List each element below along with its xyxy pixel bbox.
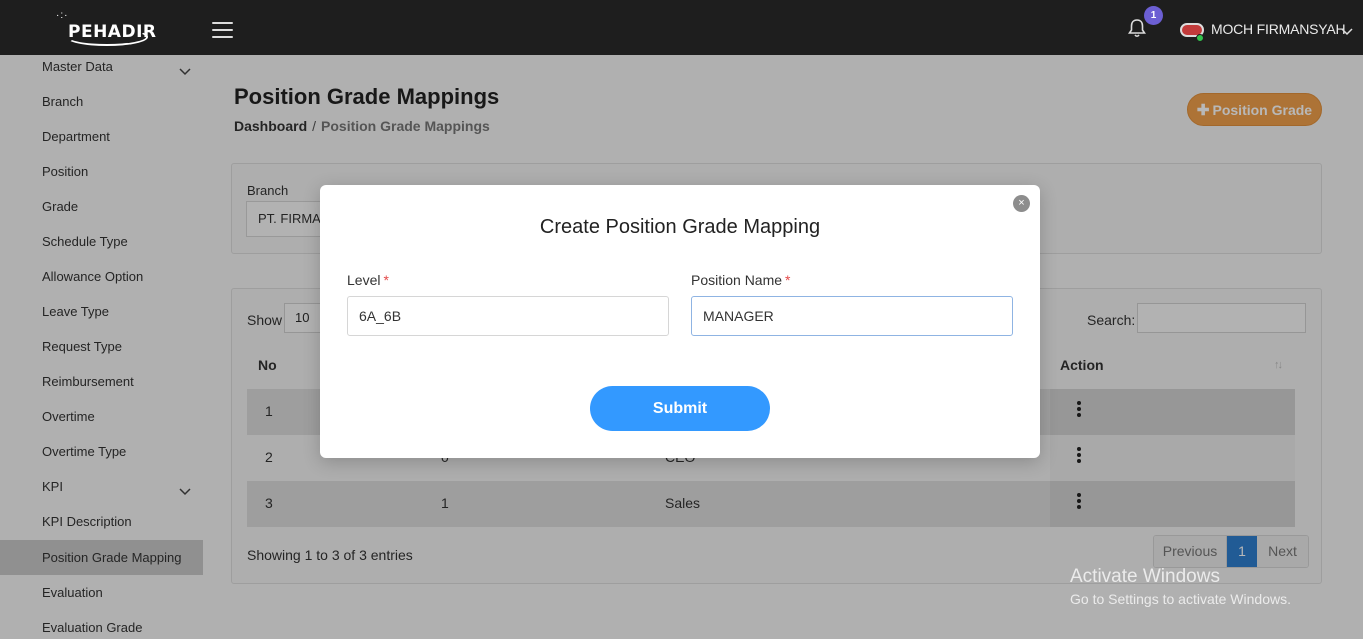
position-name-label: Position Name * xyxy=(691,272,791,288)
logo-dots: ·:· xyxy=(56,10,69,21)
modal-title: Create Position Grade Mapping xyxy=(539,216,821,238)
chevron-down-icon[interactable] xyxy=(1341,24,1353,36)
activate-windows-subtitle: Go to Settings to activate Windows. xyxy=(1070,591,1291,607)
user-name[interactable]: MOCH FIRMANSYAH xyxy=(1211,21,1346,37)
close-icon[interactable]: × xyxy=(1013,195,1030,212)
menu-toggle-icon[interactable] xyxy=(212,22,233,38)
top-navbar: ·:· PEHADIR 1 MOCH FIRMANSYAH xyxy=(0,0,1363,55)
level-label: Level * xyxy=(347,272,389,288)
level-field[interactable] xyxy=(347,296,669,336)
online-status-dot xyxy=(1196,34,1204,42)
required-mark: * xyxy=(383,272,389,288)
notification-badge[interactable]: 1 xyxy=(1144,6,1163,25)
submit-button[interactable]: Submit xyxy=(590,386,770,431)
avatar[interactable] xyxy=(1178,21,1204,42)
activate-windows-title: Activate Windows xyxy=(1070,566,1220,587)
app-logo[interactable]: ·:· PEHADIR xyxy=(54,10,156,50)
create-mapping-modal: × Create Position Grade Mapping Level* P… xyxy=(320,185,1040,458)
required-mark: * xyxy=(785,272,791,288)
position-name-field[interactable] xyxy=(691,296,1013,336)
logo-swoosh xyxy=(66,28,148,46)
